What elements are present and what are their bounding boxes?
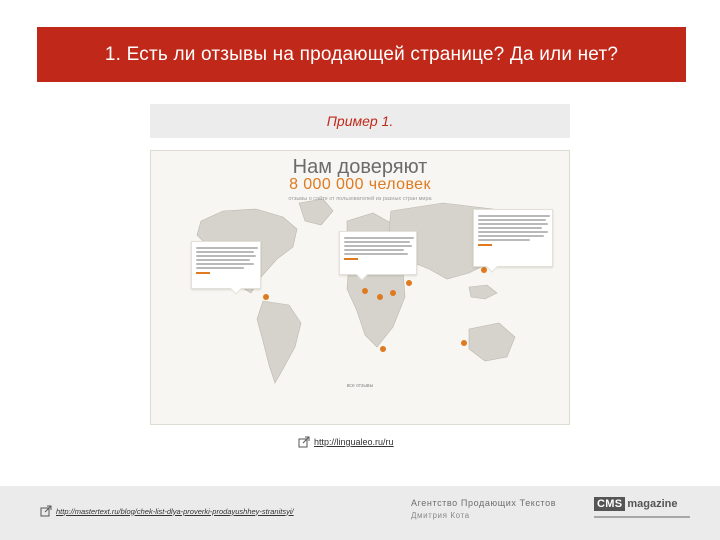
map-australia: [468, 322, 516, 362]
cms-logo-text: magazine: [627, 498, 678, 510]
map-pin-icon: [481, 267, 487, 273]
example-label-bar: Пример 1.: [150, 104, 570, 138]
user-count: 8 000 000 человек: [289, 176, 431, 193]
source-link-row: http://lingualeo.ru/ru: [298, 436, 394, 448]
reviews-subheading: отзывы о сайте от пользователей из разны…: [288, 196, 432, 202]
review-card: [339, 231, 417, 281]
footer-url-link[interactable]: http://mastertext.ru/blog/chek-list-dlya…: [56, 507, 294, 516]
website-screenshot: Нам доверяют 8 000 000 человек отзывы о …: [150, 150, 570, 425]
map-pin-icon: [362, 288, 368, 294]
cms-magazine-logo: CMS magazine: [594, 497, 678, 511]
slide: 1. Есть ли отзывы на продающей странице?…: [0, 0, 720, 540]
slide-title: 1. Есть ли отзывы на продающей странице?…: [104, 43, 619, 65]
map-islands: [468, 284, 498, 300]
footer-link-row: http://mastertext.ru/blog/chek-list-dlya…: [40, 505, 294, 517]
map-pin-icon: [263, 294, 269, 300]
cms-logo-box: CMS: [594, 497, 626, 511]
map-pin-icon: [390, 290, 396, 296]
source-url-link[interactable]: http://lingualeo.ru/ru: [314, 437, 394, 447]
review-card: [473, 209, 553, 273]
map-greenland: [298, 198, 334, 226]
example-label: Пример 1.: [326, 113, 394, 129]
external-link-icon: [40, 505, 52, 517]
external-link-icon: [298, 436, 310, 448]
map-south-america: [256, 300, 302, 384]
map-pin-icon: [380, 346, 386, 352]
all-reviews-link[interactable]: все отзывы: [151, 383, 569, 389]
agency-name-line2: Дмитрия Кота: [411, 511, 470, 520]
agency-logo: Агентство Продающих Текстов Дмитрия Кота: [411, 498, 556, 520]
title-bar: 1. Есть ли отзывы на продающей странице?…: [37, 27, 686, 82]
review-card: [191, 241, 261, 295]
cms-logo-underline: [594, 516, 690, 518]
agency-name-line1: Агентство Продающих Текстов: [411, 498, 557, 508]
map-pin-icon: [377, 294, 383, 300]
map-pin-icon: [406, 280, 412, 286]
map-pin-icon: [461, 340, 467, 346]
